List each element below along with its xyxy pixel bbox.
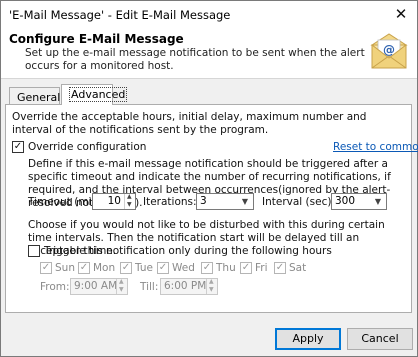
header-title: Configure E-Mail Message — [9, 32, 184, 46]
day-checkbox-sun[interactable]: ✓ — [40, 262, 52, 274]
close-icon[interactable]: ✕ — [391, 5, 411, 24]
trigger-hours-label: Trigger this notification only during th… — [44, 245, 332, 257]
apply-button[interactable]: Apply — [275, 328, 341, 350]
day-label-sat: Sat — [289, 262, 307, 274]
iterations-value: 3 — [200, 195, 207, 207]
day-checkbox-mon[interactable]: ✓ — [78, 262, 90, 274]
intro-text: Override the acceptable hours, initial d… — [12, 111, 367, 136]
iterations-label: Iterations: — [143, 196, 197, 208]
cancel-button[interactable]: Cancel — [347, 328, 413, 350]
advanced-panel: Override the acceptable hours, initial d… — [5, 104, 418, 313]
from-time-picker[interactable]: 9:00 AM — [70, 278, 128, 295]
header-description: Set up the e-mail message notification t… — [25, 47, 365, 72]
day-label-mon: Mon — [93, 262, 116, 274]
day-label-thu: Thu — [216, 262, 236, 274]
till-time-spin-icon[interactable] — [206, 278, 217, 294]
day-checkbox-sat[interactable]: ✓ — [274, 262, 286, 274]
interval-chevron-down-icon: ▼ — [374, 197, 382, 206]
window-title: 'E-Mail Message' - Edit E-Mail Message — [9, 8, 231, 22]
timeout-spin-icon[interactable] — [124, 193, 135, 209]
tab-general-label: General — [17, 91, 61, 104]
envelope-icon: @ — [370, 33, 408, 69]
title-bar: 'E-Mail Message' - Edit E-Mail Message ✕ — [1, 1, 417, 28]
iterations-select[interactable]: 3 ▼ — [196, 193, 254, 210]
override-label: Override configuration — [28, 141, 147, 153]
reset-to-common-link[interactable]: Reset to common — [333, 141, 418, 153]
from-time-value: 9:00 AM — [74, 280, 118, 292]
day-checkbox-thu[interactable]: ✓ — [201, 262, 213, 274]
dialog-header: Configure E-Mail Message Set up the e-ma… — [1, 28, 417, 79]
interval-label: Interval (sec): — [262, 196, 335, 208]
from-time-spin-icon[interactable] — [116, 278, 127, 294]
till-time-value: 6:00 PM — [164, 280, 207, 292]
timeout-stepper[interactable]: 10 — [92, 193, 136, 210]
day-checkbox-fri[interactable]: ✓ — [240, 262, 252, 274]
override-checkbox[interactable]: ✓ — [12, 141, 24, 153]
tab-advanced[interactable]: Advanced — [61, 84, 128, 105]
day-checkbox-tue[interactable]: ✓ — [120, 262, 132, 274]
till-label: Till: — [140, 281, 159, 293]
day-label-sun: Sun — [55, 262, 75, 274]
day-label-tue: Tue — [135, 262, 153, 274]
from-label: From: — [40, 281, 70, 293]
tab-general[interactable]: General — [9, 87, 60, 105]
day-label-fri: Fri — [255, 262, 268, 274]
interval-value: 300 — [335, 195, 356, 207]
till-time-picker[interactable]: 6:00 PM — [160, 278, 218, 295]
trigger-hours-checkbox[interactable] — [28, 245, 40, 257]
day-label-wed: Wed — [172, 262, 195, 274]
day-checkbox-wed[interactable]: ✓ — [157, 262, 169, 274]
tab-advanced-label: Advanced — [69, 87, 128, 102]
timeout-value: 10 — [107, 195, 121, 207]
iterations-chevron-down-icon: ▼ — [241, 197, 249, 206]
edit-email-dialog: 'E-Mail Message' - Edit E-Mail Message ✕… — [0, 0, 418, 357]
interval-select[interactable]: 300 ▼ — [331, 193, 387, 210]
